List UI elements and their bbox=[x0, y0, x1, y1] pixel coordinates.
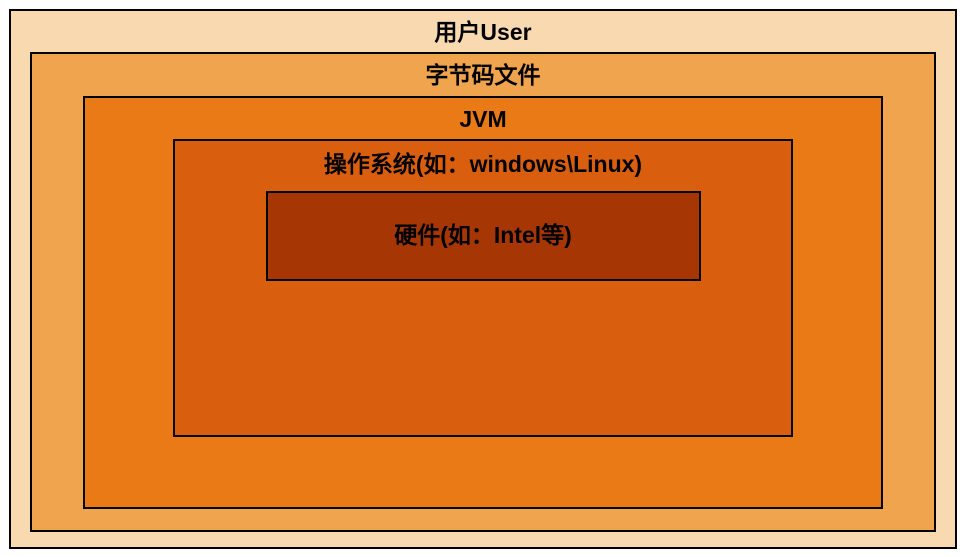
layer-jvm: JVM 操作系统(如：windows\Linux) 硬件(如：Intel等) bbox=[83, 96, 883, 509]
layer-user: 用户User 字节码文件 JVM 操作系统(如：windows\Linux) 硬… bbox=[9, 9, 957, 549]
layer-user-label: 用户User bbox=[434, 11, 531, 53]
layer-jvm-label: JVM bbox=[459, 98, 506, 140]
layer-os: 操作系统(如：windows\Linux) 硬件(如：Intel等) bbox=[173, 139, 793, 436]
layer-hardware: 硬件(如：Intel等) bbox=[266, 191, 701, 281]
layer-bytecode: 字节码文件 JVM 操作系统(如：windows\Linux) 硬件(如：Int… bbox=[30, 52, 936, 532]
layer-bytecode-label: 字节码文件 bbox=[426, 54, 541, 96]
layer-hardware-label: 硬件(如：Intel等) bbox=[394, 222, 572, 250]
layer-os-label: 操作系统(如：windows\Linux) bbox=[324, 141, 642, 191]
